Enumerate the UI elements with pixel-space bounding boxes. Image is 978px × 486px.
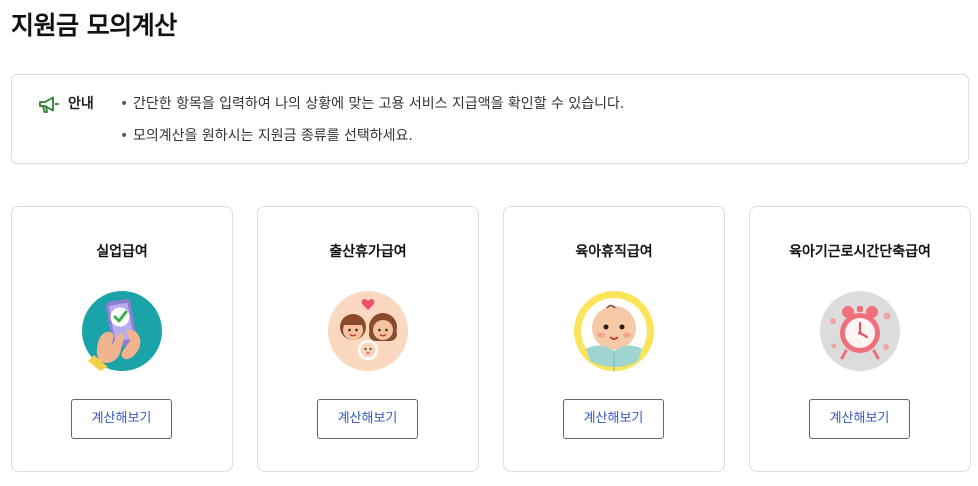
notice-item: • 모의계산을 원하시는 지원금 종류를 선택하세요. [119, 126, 624, 146]
calculator-card-list: 실업급여 계산해보기 출산휴가급여 계산해보기 육아휴직급여 계산해보기 육아기… [11, 206, 971, 472]
notice-item-text: 간단한 항목을 입력하여 나의 상황에 맞는 고용 서비스 지급액을 확인할 수… [133, 96, 625, 112]
phone-checkmark-illustration [82, 291, 162, 371]
page-title: 지원금 모의계산 [11, 11, 177, 40]
calculate-button[interactable]: 계산해보기 [317, 399, 418, 439]
card-title: 육아기근로시간단축급여 [789, 244, 931, 260]
notice-item-text: 모의계산을 원하시는 지원금 종류를 선택하세요. [133, 128, 413, 144]
notice-box: 안내 • 간단한 항목을 입력하여 나의 상황에 맞는 고용 서비스 지급액을 … [11, 74, 969, 164]
card-title: 출산휴가급여 [329, 244, 407, 260]
alarm-clock-illustration [820, 291, 900, 371]
swaddled-baby-illustration [574, 291, 654, 371]
bullet-icon: • [120, 128, 129, 144]
calculate-button[interactable]: 계산해보기 [809, 399, 910, 439]
card-maternity-leave-benefit: 출산휴가급여 계산해보기 [257, 206, 479, 472]
card-title: 실업급여 [96, 244, 148, 260]
megaphone-icon [39, 96, 60, 113]
notice-label: 안내 [68, 96, 94, 112]
notice-item: • 간단한 항목을 입력하여 나의 상황에 맞는 고용 서비스 지급액을 확인할… [119, 94, 624, 114]
parents-baby-illustration [328, 291, 408, 371]
notice-list: • 간단한 항목을 입력하여 나의 상황에 맞는 고용 서비스 지급액을 확인할… [119, 94, 624, 158]
bullet-icon: • [120, 96, 129, 112]
calculate-button[interactable]: 계산해보기 [71, 399, 172, 439]
card-parental-leave-benefit: 육아휴직급여 계산해보기 [503, 206, 725, 472]
card-title: 육아휴직급여 [575, 244, 653, 260]
calculate-button[interactable]: 계산해보기 [563, 399, 664, 439]
card-unemployment-benefit: 실업급여 계산해보기 [11, 206, 233, 472]
card-reduced-working-hours-benefit: 육아기근로시간단축급여 계산해보기 [749, 206, 971, 472]
